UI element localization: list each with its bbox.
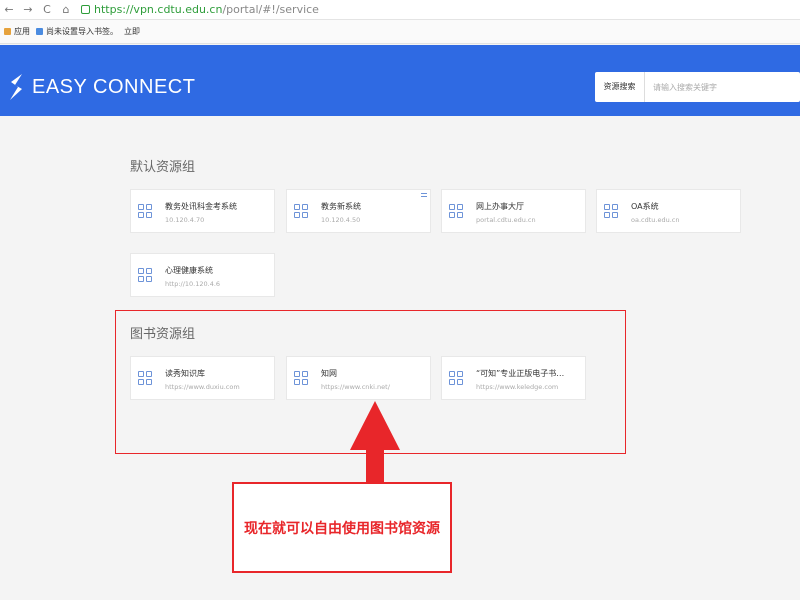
app-grid-icon bbox=[294, 204, 308, 218]
resource-address: http://10.120.4.6 bbox=[165, 280, 221, 288]
app-header: EASY CONNECT 资源搜索 bbox=[0, 45, 800, 116]
resource-name: 教务处讯科金考系统 bbox=[165, 202, 237, 211]
bookmarks-bar: 应用 尚未设置导入书签。 立即 bbox=[0, 20, 800, 44]
browser-address-bar: ← → C ⌂ https://vpn.cdtu.edu.cn/portal/#… bbox=[0, 0, 800, 20]
resource-search: 资源搜索 bbox=[595, 72, 800, 102]
resource-card[interactable]: 教务处讯科金考系统 10.120.4.70 bbox=[130, 189, 275, 233]
group-title-default: 默认资源组 bbox=[130, 160, 196, 175]
bookmark-label: 应用 bbox=[14, 27, 30, 36]
annotation-note: 现在就可以自由使用图书馆资源 bbox=[232, 482, 452, 573]
resource-name: 教务新系统 bbox=[321, 202, 361, 211]
url-secure-part[interactable]: https://vpn.cdtu.edu.cn bbox=[94, 3, 222, 16]
brand-name: EASY CONNECT bbox=[32, 75, 196, 98]
search-input[interactable] bbox=[645, 82, 800, 92]
resource-card[interactable]: 教务新系统 10.120.4.50 bbox=[286, 189, 431, 233]
bookmark-apps[interactable]: 应用 bbox=[4, 26, 30, 37]
resource-address: 10.120.4.70 bbox=[165, 216, 205, 224]
app-grid-icon bbox=[449, 204, 463, 218]
app-grid-icon bbox=[604, 204, 618, 218]
resource-name: OA系统 bbox=[631, 202, 659, 211]
app-grid-icon bbox=[138, 268, 152, 282]
resource-card[interactable]: 网上办事大厅 portal.cdtu.edu.cn bbox=[441, 189, 586, 233]
home-icon[interactable]: ⌂ bbox=[61, 3, 71, 16]
resource-address: 10.120.4.50 bbox=[321, 216, 361, 224]
resource-name: 网上办事大厅 bbox=[476, 202, 524, 211]
resource-card[interactable]: 心理健康系统 http://10.120.4.6 bbox=[130, 253, 275, 297]
search-label: 资源搜索 bbox=[595, 72, 645, 102]
bookmark-import[interactable]: 尚未设置导入书签。 bbox=[36, 26, 118, 37]
reload-icon[interactable]: C bbox=[42, 3, 52, 16]
bookmark-icon bbox=[36, 28, 43, 35]
resource-card[interactable]: OA系统 oa.cdtu.edu.cn bbox=[596, 189, 741, 233]
resource-address: portal.cdtu.edu.cn bbox=[476, 216, 536, 224]
lock-icon bbox=[81, 5, 90, 14]
forward-icon[interactable]: → bbox=[23, 3, 33, 16]
back-icon[interactable]: ← bbox=[4, 3, 14, 16]
logo[interactable]: EASY CONNECT bbox=[8, 73, 195, 101]
app-grid-icon bbox=[138, 204, 152, 218]
easyconnect-logo-icon bbox=[10, 74, 22, 100]
apps-icon bbox=[4, 28, 11, 35]
resource-name: 心理健康系统 bbox=[165, 266, 213, 275]
bookmark-now[interactable]: 立即 bbox=[124, 26, 140, 37]
url-path[interactable]: /portal/#!/service bbox=[222, 3, 319, 16]
annotation-text: 现在就可以自由使用图书馆资源 bbox=[244, 520, 440, 537]
bookmark-label: 尚未设置导入书签。 bbox=[46, 27, 118, 36]
card-menu-icon[interactable] bbox=[421, 193, 427, 198]
resource-address: oa.cdtu.edu.cn bbox=[631, 216, 680, 224]
bookmark-label: 立即 bbox=[124, 27, 140, 36]
